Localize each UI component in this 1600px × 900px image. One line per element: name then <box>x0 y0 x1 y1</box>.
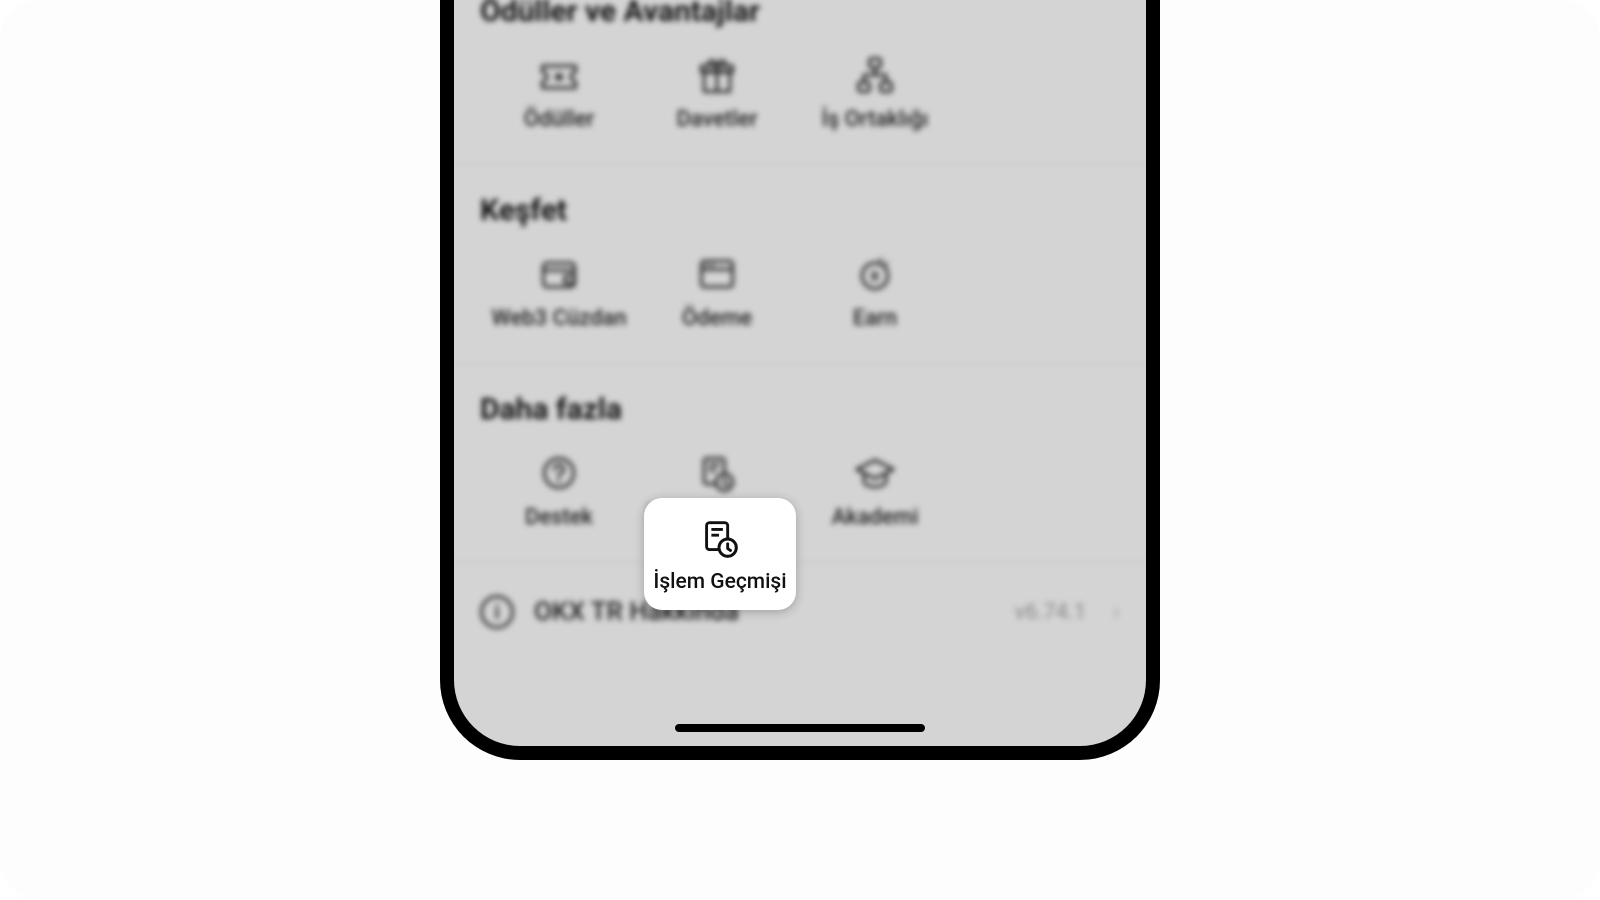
ticket-star-icon <box>537 53 581 97</box>
divider <box>454 363 1146 364</box>
grid-item-label: Akademi <box>832 505 919 530</box>
grid-item-label: Ödüller <box>524 107 595 132</box>
screen-content-blurred: Ödüller ve Avantajlar Ödüller <box>454 0 1146 746</box>
browser-window-icon <box>695 252 739 296</box>
section-title-more: Daha fazla <box>480 392 1120 427</box>
wallet-icon <box>537 252 581 296</box>
grid-item-label: Ödeme <box>682 306 752 331</box>
grid-item-partnership[interactable]: İş Ortaklığı <box>796 47 954 142</box>
grid-item-label: Web3 Cüzdan <box>491 306 626 331</box>
section-title-discover: Keşfet <box>480 193 1120 228</box>
grid-item-web3-wallet[interactable]: Web3 Cüzdan <box>480 246 638 341</box>
svg-text:B: B <box>871 269 879 284</box>
divider <box>454 164 1146 165</box>
grid-item-payment[interactable]: Ödeme <box>638 246 796 341</box>
phone-device-frame: Ödüller ve Avantajlar Ödüller <box>440 0 1160 760</box>
help-circle-icon <box>537 451 581 495</box>
grid-item-label: Davetler <box>676 107 757 132</box>
grid-item-label: Earn <box>853 306 897 331</box>
doc-clock-icon <box>695 451 739 495</box>
discover-grid: Web3 Cüzdan Ödeme <box>480 246 1120 341</box>
more-grid: Destek İşlem Geçmişi <box>480 445 1120 540</box>
stage: Ödüller ve Avantajlar Ödüller <box>0 0 1600 900</box>
coin-speed-icon: B <box>853 252 897 296</box>
highlight-transaction-history[interactable]: İşlem Geçmişi <box>644 498 796 610</box>
gift-icon <box>695 53 739 97</box>
chevron-right-icon: › <box>1112 597 1120 627</box>
grid-item-label: İş Ortaklığı <box>822 107 929 132</box>
grid-item-academy[interactable]: Akademi <box>796 445 954 540</box>
divider <box>454 562 1146 563</box>
grid-item-earn[interactable]: B Earn <box>796 246 954 341</box>
org-chart-icon <box>853 53 897 97</box>
grid-item-label: Destek <box>525 505 593 530</box>
highlight-label: İşlem Geçmişi <box>653 570 786 594</box>
home-indicator[interactable] <box>675 724 925 732</box>
grid-item-support[interactable]: Destek <box>480 445 638 540</box>
about-row[interactable]: i OKX TR Hakkında v6.74.1 › <box>480 585 1120 639</box>
grad-cap-icon <box>853 451 897 495</box>
app-version: v6.74.1 <box>1014 600 1086 625</box>
rewards-grid: Ödüller Davetler <box>480 47 1120 142</box>
grid-item-invites[interactable]: Davetler <box>638 47 796 142</box>
grid-item-rewards[interactable]: Ödüller <box>480 47 638 142</box>
info-icon: i <box>480 595 514 629</box>
doc-clock-icon <box>697 516 743 562</box>
phone-screen: Ödüller ve Avantajlar Ödüller <box>454 0 1146 746</box>
section-title-rewards: Ödüller ve Avantajlar <box>480 0 1120 29</box>
